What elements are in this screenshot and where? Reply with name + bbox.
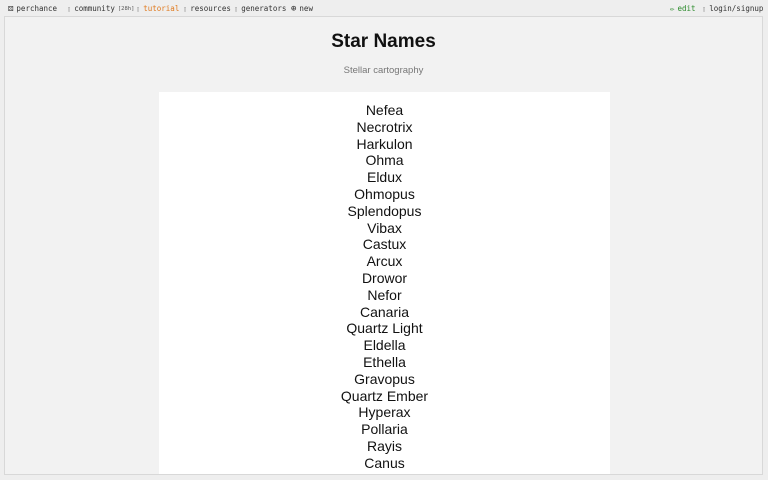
plus-circle-icon: ⊕ <box>291 3 297 14</box>
star-name: Nefor <box>367 286 402 303</box>
star-name: Vibax <box>367 219 402 236</box>
nav-resources-label: resources <box>190 4 231 13</box>
star-name: Arcux <box>366 253 403 270</box>
star-name: Gravopus <box>354 370 415 387</box>
page-title: Star Names <box>331 31 436 52</box>
star-name: Quartz Light <box>346 320 423 337</box>
nav-login-label: login/signup <box>709 4 764 13</box>
nav-perchance-label: perchance <box>16 4 58 13</box>
star-name: Corus <box>159 472 610 474</box>
nav-community-label: community <box>74 4 115 13</box>
star-name: Eldux <box>366 169 403 186</box>
generator-panel: Star Names Stellar cartography Nefea Necr… <box>4 16 763 475</box>
nav-new-label: new <box>299 4 313 13</box>
star-name: Castux <box>362 236 407 253</box>
star-name: Canus <box>364 454 405 471</box>
star-name: Splendopus <box>347 202 422 219</box>
community-count: [28h] <box>117 5 135 12</box>
star-name: Nefea <box>365 102 404 118</box>
star-name: Drowor <box>361 269 408 286</box>
star-name: Ethella <box>363 353 406 370</box>
generators-icon: ▯ <box>234 4 239 13</box>
star-name: Canaria <box>359 303 410 320</box>
nav-tutorial-label: tutorial <box>143 4 180 13</box>
pencil-icon: ✏ <box>670 4 675 13</box>
nav-generators-label: generators <box>241 4 287 13</box>
nav-new[interactable]: ⊕ new <box>291 4 313 13</box>
chat-icon: ▯ <box>67 4 72 13</box>
nav-tutorial[interactable]: ▯ tutorial <box>136 4 179 13</box>
user-icon: ▯ <box>702 4 707 13</box>
resources-icon: ▯ <box>183 4 188 13</box>
names-list: Nefea Necrotrix Harkulon Ohma Eldux Ohmopus Sp… <box>159 102 610 474</box>
nav-community[interactable]: ▯ community [28h] <box>67 4 134 13</box>
book-icon: ▯ <box>136 4 141 13</box>
nav-resources[interactable]: ▯ resources <box>183 4 231 13</box>
star-name: Rayis <box>366 437 402 454</box>
page-subtitle: Stellar cartography <box>343 65 424 76</box>
star-name: Pollaria <box>361 421 408 438</box>
star-name: Necrotrix <box>356 118 413 135</box>
star-name: Ohma <box>365 152 404 169</box>
top-nav: ⚄ perchance ▯ community [28h] ▯ tutorial… <box>0 0 768 16</box>
star-name: Quartz Ember <box>340 387 429 404</box>
nav-perchance[interactable]: ⚄ perchance <box>8 4 57 13</box>
star-name: Eldella <box>363 337 406 354</box>
nav-generators[interactable]: ▯ generators <box>234 4 286 13</box>
nav-edit-label: edit <box>677 4 696 13</box>
output-box: Nefea Necrotrix Harkulon Ohma Eldux Ohmopus Sp… <box>159 92 610 474</box>
star-name: Ohmopus <box>354 185 415 202</box>
star-name: Harkulon <box>356 135 413 152</box>
star-name: Hyperax <box>358 404 411 421</box>
nav-login[interactable]: ▯ login/signup <box>702 4 763 13</box>
nav-edit[interactable]: ✏ edit <box>670 4 696 13</box>
dice-icon: ⚄ <box>8 3 14 14</box>
